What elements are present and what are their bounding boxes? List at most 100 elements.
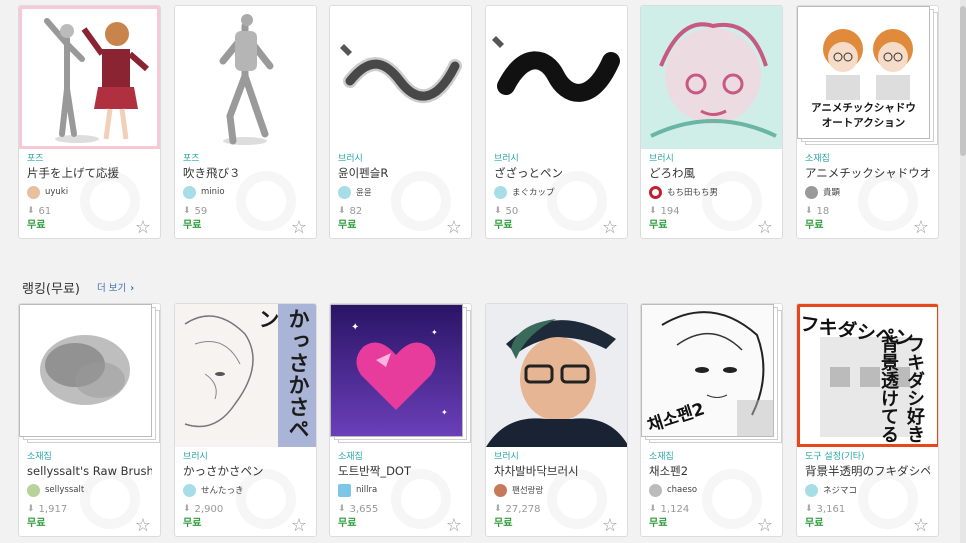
author-name: sellyssalt	[45, 485, 85, 495]
asset-card-2-4[interactable]: 브러시 차차발바닥브러시 팬선랑랑 ⬇ 27,278 무료 ☆	[485, 303, 628, 537]
watermark-logo	[858, 469, 918, 529]
download-count-value: 61	[38, 205, 52, 217]
download-icon: ⬇	[27, 206, 35, 216]
download-icon: ⬇	[494, 206, 502, 216]
star-icon[interactable]: ☆	[757, 219, 773, 237]
asset-thumbnail[interactable]	[175, 6, 316, 149]
avatar	[649, 483, 662, 497]
chevron-right-icon: ›	[130, 283, 135, 294]
download-count-value: 82	[349, 205, 363, 217]
download-icon: ⬇	[183, 206, 191, 216]
watermark-logo	[547, 171, 607, 231]
download-icon: ⬇	[338, 206, 346, 216]
avatar	[338, 185, 351, 199]
download-icon: ⬇	[649, 206, 657, 216]
asset-thumbnail[interactable]: 채소펜2	[641, 304, 782, 447]
asset-thumbnail[interactable]	[19, 6, 160, 149]
star-icon[interactable]: ☆	[446, 517, 462, 535]
star-icon[interactable]: ☆	[291, 517, 307, 535]
watermark-logo	[236, 171, 296, 231]
download-icon: ⬇	[649, 504, 657, 514]
brush-stroke-image	[486, 6, 627, 149]
watermark-logo	[702, 171, 762, 231]
asset-thumbnail[interactable]	[486, 6, 627, 149]
download-count-value: 1,124	[660, 503, 690, 515]
author-name: minio	[201, 187, 225, 197]
category-label: 브러시	[338, 154, 363, 164]
raw-brush-texture-image	[40, 335, 130, 405]
asset-card-1-6[interactable]: アニメチックシャドウ オートアクション 소재집 アニメチックシャドウオ 貴顕 ⬇…	[796, 5, 939, 239]
category-label: 소재집	[805, 154, 830, 164]
category-label: 브러시	[649, 154, 674, 164]
asset-thumbnail[interactable]	[330, 6, 471, 149]
star-icon[interactable]: ☆	[913, 219, 929, 237]
download-icon: ⬇	[183, 504, 191, 514]
star-icon[interactable]: ☆	[135, 517, 151, 535]
category-label: 브러시	[494, 154, 519, 164]
character-sketch-image	[641, 6, 782, 149]
category-label: 포즈	[27, 154, 44, 164]
category-label: 소재집	[649, 452, 674, 462]
scrollbar-thumb[interactable]	[960, 6, 966, 156]
category-label: 소재집	[338, 452, 363, 462]
category-label: 도구 설정(기타)	[805, 452, 865, 462]
asset-card-2-2[interactable]: かっさかさペン 브러시 かっさかさペン せんたっき ⬇ 2,900 무료 ☆	[174, 303, 317, 537]
avatar	[338, 483, 351, 497]
download-count-value: 27,278	[505, 503, 541, 515]
category-label: 브러시	[183, 452, 208, 462]
more-link[interactable]: 더 보기 ›	[97, 280, 134, 294]
download-count-value: 3,655	[349, 503, 379, 515]
watermark-logo	[702, 469, 762, 529]
asset-thumbnail[interactable]: フキダシペン 背景透けてる フキダシ好き	[797, 304, 938, 447]
watermark-logo	[80, 469, 140, 529]
avatar	[27, 185, 40, 199]
download-count-value: 194	[660, 205, 680, 217]
download-icon: ⬇	[27, 504, 35, 514]
avatar	[494, 185, 507, 199]
watermark-logo	[858, 171, 918, 231]
asset-card-2-1[interactable]: 소재집 sellyssalt's Raw Brush sellyssalt ⬇ 1…	[18, 303, 161, 537]
star-icon[interactable]: ☆	[913, 517, 929, 535]
asset-thumbnail[interactable]: かっさかさペン	[175, 304, 316, 447]
star-icon[interactable]: ☆	[291, 219, 307, 237]
download-count-value: 50	[505, 205, 519, 217]
avatar	[805, 185, 818, 199]
category-label: 포즈	[183, 154, 200, 164]
avatar	[649, 185, 662, 199]
asset-card-1-5[interactable]: 브러시 どろわ風 もち田もち男 ⬇ 194 무료 ☆	[640, 5, 783, 239]
asset-card-2-5[interactable]: 채소펜2 소재집 채소펜2 chaeso ⬇ 1,124 무료 ☆	[640, 303, 783, 537]
author-name: nillra	[356, 485, 378, 495]
author-name: chaeso	[667, 485, 698, 495]
download-count-value: 3,161	[816, 503, 846, 515]
scrollbar[interactable]	[960, 0, 966, 543]
asset-card-1-1[interactable]: 포즈 片手を上げて応援 uyuki ⬇ 61 무료 ☆	[18, 5, 161, 239]
thumbnail-vertical-text-1: 背景透けてる	[878, 335, 899, 443]
star-icon[interactable]: ☆	[602, 219, 618, 237]
asset-card-2-3[interactable]: ✦ ✦ ✦ 소재집 도트반짝_DOT nillra ⬇ 3,655 무료 ☆	[329, 303, 472, 537]
asset-card-1-2[interactable]: 포즈 吹き飛び３ minio ⬇ 59 무료 ☆	[174, 5, 317, 239]
avatar	[183, 483, 196, 497]
author-name: 팬선랑랑	[512, 486, 544, 496]
pixel-heart-image: ✦ ✦ ✦	[331, 305, 462, 436]
more-link-label: 더 보기	[97, 283, 127, 294]
asset-thumbnail[interactable]	[641, 6, 782, 149]
star-icon[interactable]: ☆	[757, 517, 773, 535]
star-icon[interactable]: ☆	[602, 517, 618, 535]
thumbnail-vertical-title: かっさかさペン	[256, 308, 310, 440]
author-name: 윤윤	[356, 188, 372, 198]
download-icon: ⬇	[805, 206, 813, 216]
asset-card-2-6[interactable]: フキダシペン 背景透けてる フキダシ好き 도구 설정(기타) 背景半透明のフキダ…	[796, 303, 939, 537]
svg-text:✦: ✦	[441, 408, 448, 417]
asset-card-1-3[interactable]: 브러시 윤이펜슬R 윤윤 ⬇ 82 무료 ☆	[329, 5, 472, 239]
avatar	[183, 185, 196, 199]
asset-thumbnail[interactable]: アニメチックシャドウ オートアクション	[797, 6, 938, 149]
author-name: ネジマコ	[823, 486, 858, 496]
star-icon[interactable]: ☆	[135, 219, 151, 237]
avatar	[27, 483, 40, 497]
watermark-logo	[80, 171, 140, 231]
asset-thumbnail[interactable]	[486, 304, 627, 447]
asset-thumbnail[interactable]: ✦ ✦ ✦	[330, 304, 471, 447]
star-icon[interactable]: ☆	[446, 219, 462, 237]
asset-card-1-4[interactable]: 브러시 ざざっとペン まぐカップ ⬇ 50 무료 ☆	[485, 5, 628, 239]
asset-thumbnail[interactable]	[19, 304, 160, 447]
